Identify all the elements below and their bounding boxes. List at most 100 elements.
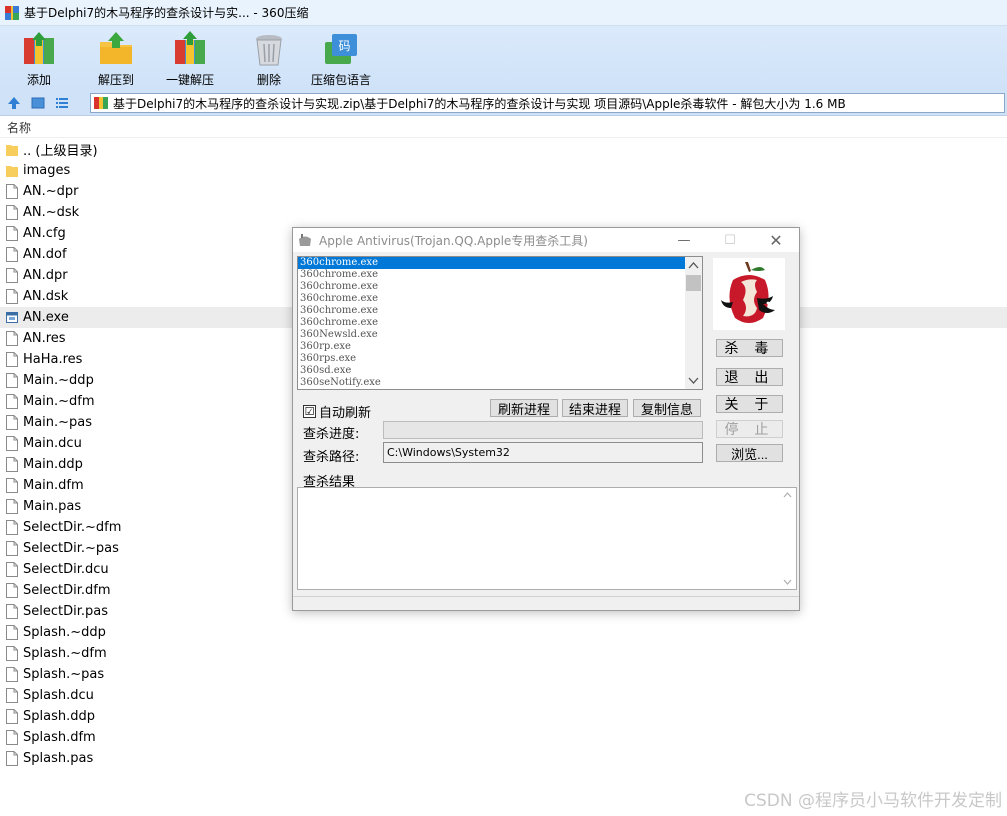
file-name: AN.cfg (23, 226, 66, 241)
process-item[interactable]: 360chrome.exe (298, 305, 702, 317)
browse-button[interactable]: 浏览... (716, 444, 783, 462)
file-name: HaHa.res (23, 352, 83, 367)
file-name: SelectDir.dcu (23, 562, 109, 577)
file-name: SelectDir.dfm (23, 583, 111, 598)
process-item[interactable]: 360Newsld.exe (298, 329, 702, 341)
scroll-down-icon[interactable] (779, 575, 796, 589)
archive-language-button[interactable]: 码 压缩包语言 (311, 30, 371, 88)
file-name: .. (上级目录) (23, 144, 98, 159)
watermark: CSDN @程序员小马软件开发定制 (744, 791, 1002, 811)
process-item[interactable]: 360rps.exe (298, 353, 702, 365)
kill-virus-button[interactable]: 杀 毒 (716, 339, 783, 357)
process-item[interactable]: 360chrome.exe (298, 293, 702, 305)
file-icon (6, 226, 18, 241)
address-bar: 基于Delphi7的木马程序的查杀设计与实现.zip\基于Delphi7的木马程… (0, 90, 1007, 116)
archive-icon (94, 97, 108, 109)
column-header-name[interactable]: 名称 (0, 118, 1007, 138)
file-name: Main.ddp (23, 457, 83, 472)
process-item[interactable]: 360chrome.exe (298, 257, 686, 269)
file-icon (6, 730, 18, 745)
file-icon (6, 268, 18, 283)
result-scrollbar[interactable] (779, 488, 796, 589)
file-row[interactable]: Splash.dcu (0, 685, 1007, 706)
extract-to-button[interactable]: 解压到 (97, 30, 135, 88)
file-icon (6, 499, 18, 514)
about-button[interactable]: 关 于 (716, 395, 783, 413)
process-item[interactable]: 360chrome.exe (298, 317, 702, 329)
file-row[interactable]: Splash.ddp (0, 706, 1007, 727)
copy-info-button[interactable]: 复制信息 (633, 399, 701, 417)
scan-path-field[interactable]: C:\Windows\System32 (383, 442, 703, 463)
file-icon (6, 184, 18, 199)
scroll-up-icon[interactable] (779, 488, 796, 502)
file-icon (6, 520, 18, 535)
file-name: AN.dof (23, 247, 67, 262)
file-row[interactable]: Splash.pas (0, 748, 1007, 769)
file-icon (6, 604, 18, 619)
file-name: Splash.~dfm (23, 646, 107, 661)
file-name: AN.~dpr (23, 184, 79, 199)
file-icon (6, 331, 18, 346)
scroll-down-icon[interactable] (685, 372, 702, 389)
file-row[interactable]: Splash.dfm (0, 727, 1007, 748)
process-item[interactable]: 360seNotify.exe (298, 377, 702, 389)
folder-icon (6, 166, 18, 177)
file-row[interactable]: .. (上级目录) (0, 139, 1007, 160)
file-row[interactable]: Splash.~pas (0, 664, 1007, 685)
scroll-up-icon[interactable] (685, 257, 702, 274)
scan-result-box[interactable] (297, 487, 797, 590)
file-name: Main.dfm (23, 478, 84, 493)
file-name: AN.res (23, 331, 66, 346)
process-item[interactable]: 360chrome.exe (298, 281, 702, 293)
dialog-statusbar (293, 596, 799, 610)
file-row[interactable]: images (0, 160, 1007, 181)
exit-button[interactable]: 退 出 (716, 368, 783, 386)
file-icon (6, 478, 18, 493)
refresh-process-button[interactable]: 刷新进程 (490, 399, 558, 417)
process-list-scrollbar[interactable] (685, 257, 702, 389)
apple-logo-image (713, 258, 785, 330)
file-name: AN.~dsk (23, 205, 80, 220)
file-row[interactable]: AN.~dpr (0, 181, 1007, 202)
360-zip-app-icon (5, 5, 19, 20)
delete-icon (256, 35, 282, 66)
folder-icon (6, 145, 18, 156)
archive-language-icon: 码 (325, 34, 357, 64)
one-click-extract-icon (175, 31, 205, 64)
stop-button: 停 止 (716, 420, 783, 438)
process-item[interactable]: 360chrome.exe (298, 269, 702, 281)
svg-text:码: 码 (338, 39, 350, 53)
extract-to-icon (100, 32, 132, 64)
file-row[interactable]: Splash.~ddp (0, 622, 1007, 643)
delete-button[interactable]: 删除 (250, 30, 288, 88)
file-name: SelectDir.~pas (23, 541, 119, 556)
file-name: Splash.dcu (23, 688, 94, 703)
file-icon (6, 583, 18, 598)
up-level-icon[interactable] (4, 93, 24, 113)
file-name: AN.exe (23, 310, 69, 325)
process-item[interactable]: 360rp.exe (298, 341, 702, 353)
archive-language-button-label: 压缩包语言 (311, 73, 372, 87)
minimize-icon[interactable]: — (661, 228, 707, 252)
file-row[interactable]: AN.~dsk (0, 202, 1007, 223)
one-click-extract-button[interactable]: 一键解压 (166, 30, 214, 88)
auto-refresh-checkbox[interactable]: ☑ 自动刷新 (303, 402, 371, 421)
close-icon[interactable]: ✕ (753, 228, 799, 252)
process-item[interactable]: 360sd.exe (298, 365, 702, 377)
file-row[interactable]: Splash.~dfm (0, 643, 1007, 664)
process-list[interactable]: 360chrome.exe 360chrome.exe 360chrome.exe 3… (297, 256, 703, 390)
list-view-icon[interactable] (52, 93, 72, 113)
file-icon (6, 541, 18, 556)
address-field[interactable]: 基于Delphi7的木马程序的查杀设计与实现.zip\基于Delphi7的木马程… (90, 93, 1005, 113)
file-icon (6, 205, 18, 220)
scrollbar-thumb[interactable] (686, 275, 701, 291)
dialog-titlebar: Apple Antivirus(Trojan.QQ.Apple专用查杀工具) —… (293, 228, 799, 252)
one-click-extract-button-label: 一键解压 (166, 73, 215, 87)
add-archive-icon (24, 32, 54, 64)
add-button[interactable]: 添加 (20, 30, 58, 88)
file-icon (6, 646, 18, 661)
thumbnail-view-icon[interactable] (28, 93, 48, 113)
file-name: AN.dsk (23, 289, 69, 304)
add-button-label: 添加 (26, 73, 51, 87)
end-process-button[interactable]: 结束进程 (562, 399, 628, 417)
